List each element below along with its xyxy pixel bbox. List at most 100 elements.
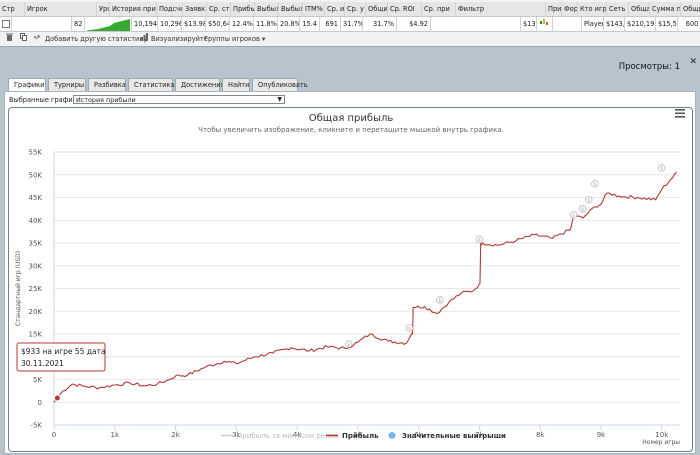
column-header[interactable]: Ср. ст — [207, 2, 231, 17]
column-header[interactable]: Приз — [546, 2, 562, 17]
chart-icon — [141, 33, 148, 45]
tab-5[interactable]: Найти — [222, 78, 250, 91]
chart-grid — [53, 151, 680, 430]
column-header[interactable]: Общи — [681, 2, 700, 17]
column-header[interactable]: Стр — [0, 2, 25, 17]
column-header[interactable]: Игрок — [25, 2, 97, 17]
player-groups-dropdown[interactable]: Группы игроков ▾ — [204, 33, 265, 45]
big-win-marker[interactable]: $ — [345, 340, 353, 348]
menu-icon[interactable] — [675, 109, 685, 118]
stat-cell: $15,58 — [656, 17, 678, 32]
column-header[interactable]: Ср. ROI — [388, 2, 422, 17]
stat-cell: 10,296 — [158, 17, 182, 32]
chart-title: Общая прибыль — [309, 113, 394, 124]
tab-0[interactable]: Графики — [8, 78, 46, 92]
stats-data-row[interactable]: 82 10,19410,296$13.98$50,64512.4%11.8%20.… — [0, 17, 700, 32]
chart-select[interactable]: История прибыли ▼ — [73, 95, 285, 104]
column-header[interactable]: Кто играе — [578, 2, 607, 17]
views-counter: Просмотры: 1 — [618, 62, 680, 72]
trash-icon[interactable] — [6, 33, 13, 45]
legend-item[interactable]: Прибыль за минусом рейка — [221, 432, 338, 440]
svg-text:$: $ — [347, 342, 350, 348]
y-tick-label: 30K — [29, 262, 43, 270]
form-indicator — [537, 17, 553, 32]
svg-text:$: $ — [478, 237, 481, 243]
tab-4[interactable]: Достижения — [175, 78, 225, 91]
legend-item[interactable]: Значительные выигрыши — [388, 432, 507, 440]
chart-container[interactable]: Общая прибыль Чтобы увеличить изображени… — [8, 107, 693, 452]
tab-content: Выбранные графики: История прибыли ▼ Общ… — [4, 91, 696, 454]
profit-sparkline — [85, 17, 132, 32]
stat-cell — [12, 17, 72, 32]
column-header[interactable]: Выбыл — [255, 2, 279, 17]
x-axis-label: Номер игры — [642, 439, 680, 446]
stat-cell: 15.4 — [300, 17, 320, 32]
column-header[interactable]: История приб — [110, 2, 157, 17]
chart-legend[interactable]: Прибыль за минусом рейка Прибыль Значитель… — [221, 432, 506, 440]
chevron-down-icon: ▼ — [277, 96, 282, 103]
svg-text:$: $ — [581, 207, 584, 213]
y-tick-label: 50K — [29, 171, 43, 179]
close-icon[interactable]: ✕ — [689, 57, 697, 67]
x-tick-label: 0 — [52, 431, 56, 439]
column-header[interactable]: Фильтр — [456, 2, 546, 17]
big-win-marker[interactable]: $ — [579, 205, 587, 213]
y-tick-label: 45K — [29, 194, 43, 202]
stat-cell: 31.7% — [341, 17, 363, 32]
chart-select-value: История прибыли — [76, 96, 136, 104]
big-wins-markers[interactable]: $$$$$$$$$ — [345, 164, 666, 348]
column-header[interactable]: Сумма пр — [650, 2, 681, 17]
column-header[interactable]: Уро — [97, 2, 110, 17]
legend-label: Прибыль за минусом рейка — [237, 432, 338, 440]
column-header[interactable]: Прибыл — [231, 2, 255, 17]
column-header[interactable]: Подсче — [157, 2, 183, 17]
profit-chart[interactable]: Общая прибыль Чтобы увеличить изображени… — [9, 108, 694, 453]
big-win-marker[interactable]: $ — [658, 164, 666, 172]
stats-panel: СтрИгрокУроИстория прибПодсчеЗаявкСр. ст… — [0, 0, 700, 47]
column-header[interactable]: Выбыл — [279, 2, 303, 17]
stat-cell: $13.98 — [182, 17, 206, 32]
column-header[interactable]: Общая — [629, 2, 650, 17]
column-header[interactable]: Форм — [562, 2, 578, 17]
main-panel: Просмотры: 1 ✕ Графики Турниры Разбивка Ста… — [0, 57, 700, 454]
column-header[interactable]: Заявк — [183, 2, 207, 17]
stats-header-row: СтрИгрокУроИстория прибПодсчеЗаявкСр. ст… — [0, 2, 700, 17]
stat-cell: 11.8% — [254, 17, 278, 32]
x-tick-label: 8k — [536, 431, 545, 439]
column-header[interactable]: Ср. и — [325, 2, 345, 17]
link-icon[interactable] — [33, 33, 41, 45]
big-win-marker[interactable]: $ — [569, 211, 578, 219]
column-header[interactable]: Общий — [366, 2, 388, 17]
row-checkbox[interactable] — [0, 17, 12, 32]
tooltip-point — [53, 394, 61, 402]
big-win-marker[interactable]: $ — [585, 196, 593, 204]
visualize-link[interactable]: Визуализируйте — [151, 33, 208, 45]
tab-3[interactable]: Статистика — [128, 78, 174, 91]
axis-ticks: -5K05K10K15K20K25K30K35K40K45K50K55K01k2… — [29, 149, 670, 440]
stat-cell: $4.92 — [397, 17, 431, 32]
tab-1[interactable]: Турниры — [48, 78, 86, 91]
tab-2[interactable]: Разбивка — [88, 78, 126, 91]
column-header[interactable]: Ср. у — [345, 2, 366, 17]
stat-cell: $13.8 — [521, 17, 537, 32]
column-header[interactable]: ITM% — [303, 2, 325, 17]
y-tick-label: 25K — [29, 285, 43, 293]
y-tick-label: 20K — [29, 308, 43, 316]
y-tick-label: 40K — [29, 217, 43, 225]
tab-6[interactable]: Опубликовать — [252, 78, 308, 91]
big-win-marker[interactable]: $ — [436, 296, 444, 304]
stat-cell: 12.4% — [230, 17, 254, 32]
y-tick-label: -5K — [30, 422, 42, 430]
big-win-marker[interactable]: $ — [405, 324, 414, 332]
stat-cell — [431, 17, 521, 32]
column-header[interactable]: Сеть — [607, 2, 629, 17]
legend-label: Значительные выигрыши — [402, 432, 506, 440]
chevron-down-icon: ▾ — [262, 35, 266, 43]
column-header[interactable]: Ср. при — [422, 2, 456, 17]
y-tick-label: 55K — [29, 149, 43, 157]
big-win-marker[interactable]: $ — [591, 180, 599, 188]
stat-cell: Player — [582, 17, 604, 32]
add-stat-link[interactable]: Добавить другую статистику — [45, 33, 147, 45]
copy-icon[interactable] — [20, 33, 27, 45]
big-win-marker[interactable]: $ — [475, 235, 484, 243]
